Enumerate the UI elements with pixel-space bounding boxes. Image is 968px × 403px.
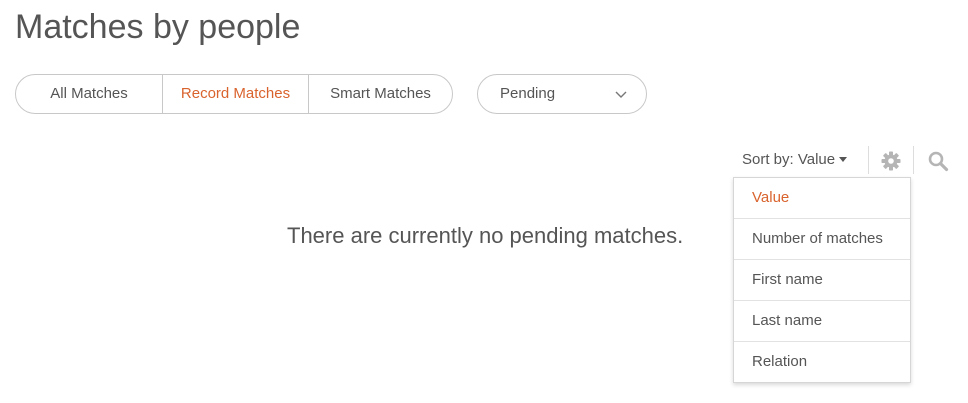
search-icon [928, 151, 949, 172]
tab-all-matches[interactable]: All Matches [16, 75, 162, 113]
sort-option-relation[interactable]: Relation [734, 341, 910, 382]
match-type-tabs: All Matches Record Matches Smart Matches [15, 74, 453, 114]
settings-button[interactable] [880, 150, 902, 172]
sort-option-last-name[interactable]: Last name [734, 300, 910, 341]
status-filter-value: Pending [500, 85, 556, 102]
page: Matches by people All Matches Record Mat… [0, 0, 968, 403]
sort-label: Sort by: Value [742, 151, 836, 168]
sort-option-first-name[interactable]: First name [734, 259, 910, 300]
sort-option-number-of-matches[interactable]: Number of matches [734, 218, 910, 259]
page-title: Matches by people [15, 8, 301, 46]
toolbar-divider [868, 146, 869, 174]
empty-state-message: There are currently no pending matches. [287, 223, 684, 248]
gear-icon [881, 151, 901, 171]
sort-menu: Value Number of matches First name Last … [733, 177, 911, 383]
sort-option-value[interactable]: Value [734, 178, 910, 218]
chevron-down-icon [615, 91, 627, 98]
tab-smart-matches[interactable]: Smart Matches [308, 75, 452, 113]
sort-dropdown-button[interactable]: Sort by: Value [742, 149, 848, 171]
search-button[interactable] [927, 150, 949, 172]
toolbar-divider [913, 146, 914, 174]
status-filter-select[interactable]: Pending [477, 74, 647, 114]
tab-record-matches[interactable]: Record Matches [162, 75, 308, 113]
caret-down-icon [839, 156, 848, 162]
